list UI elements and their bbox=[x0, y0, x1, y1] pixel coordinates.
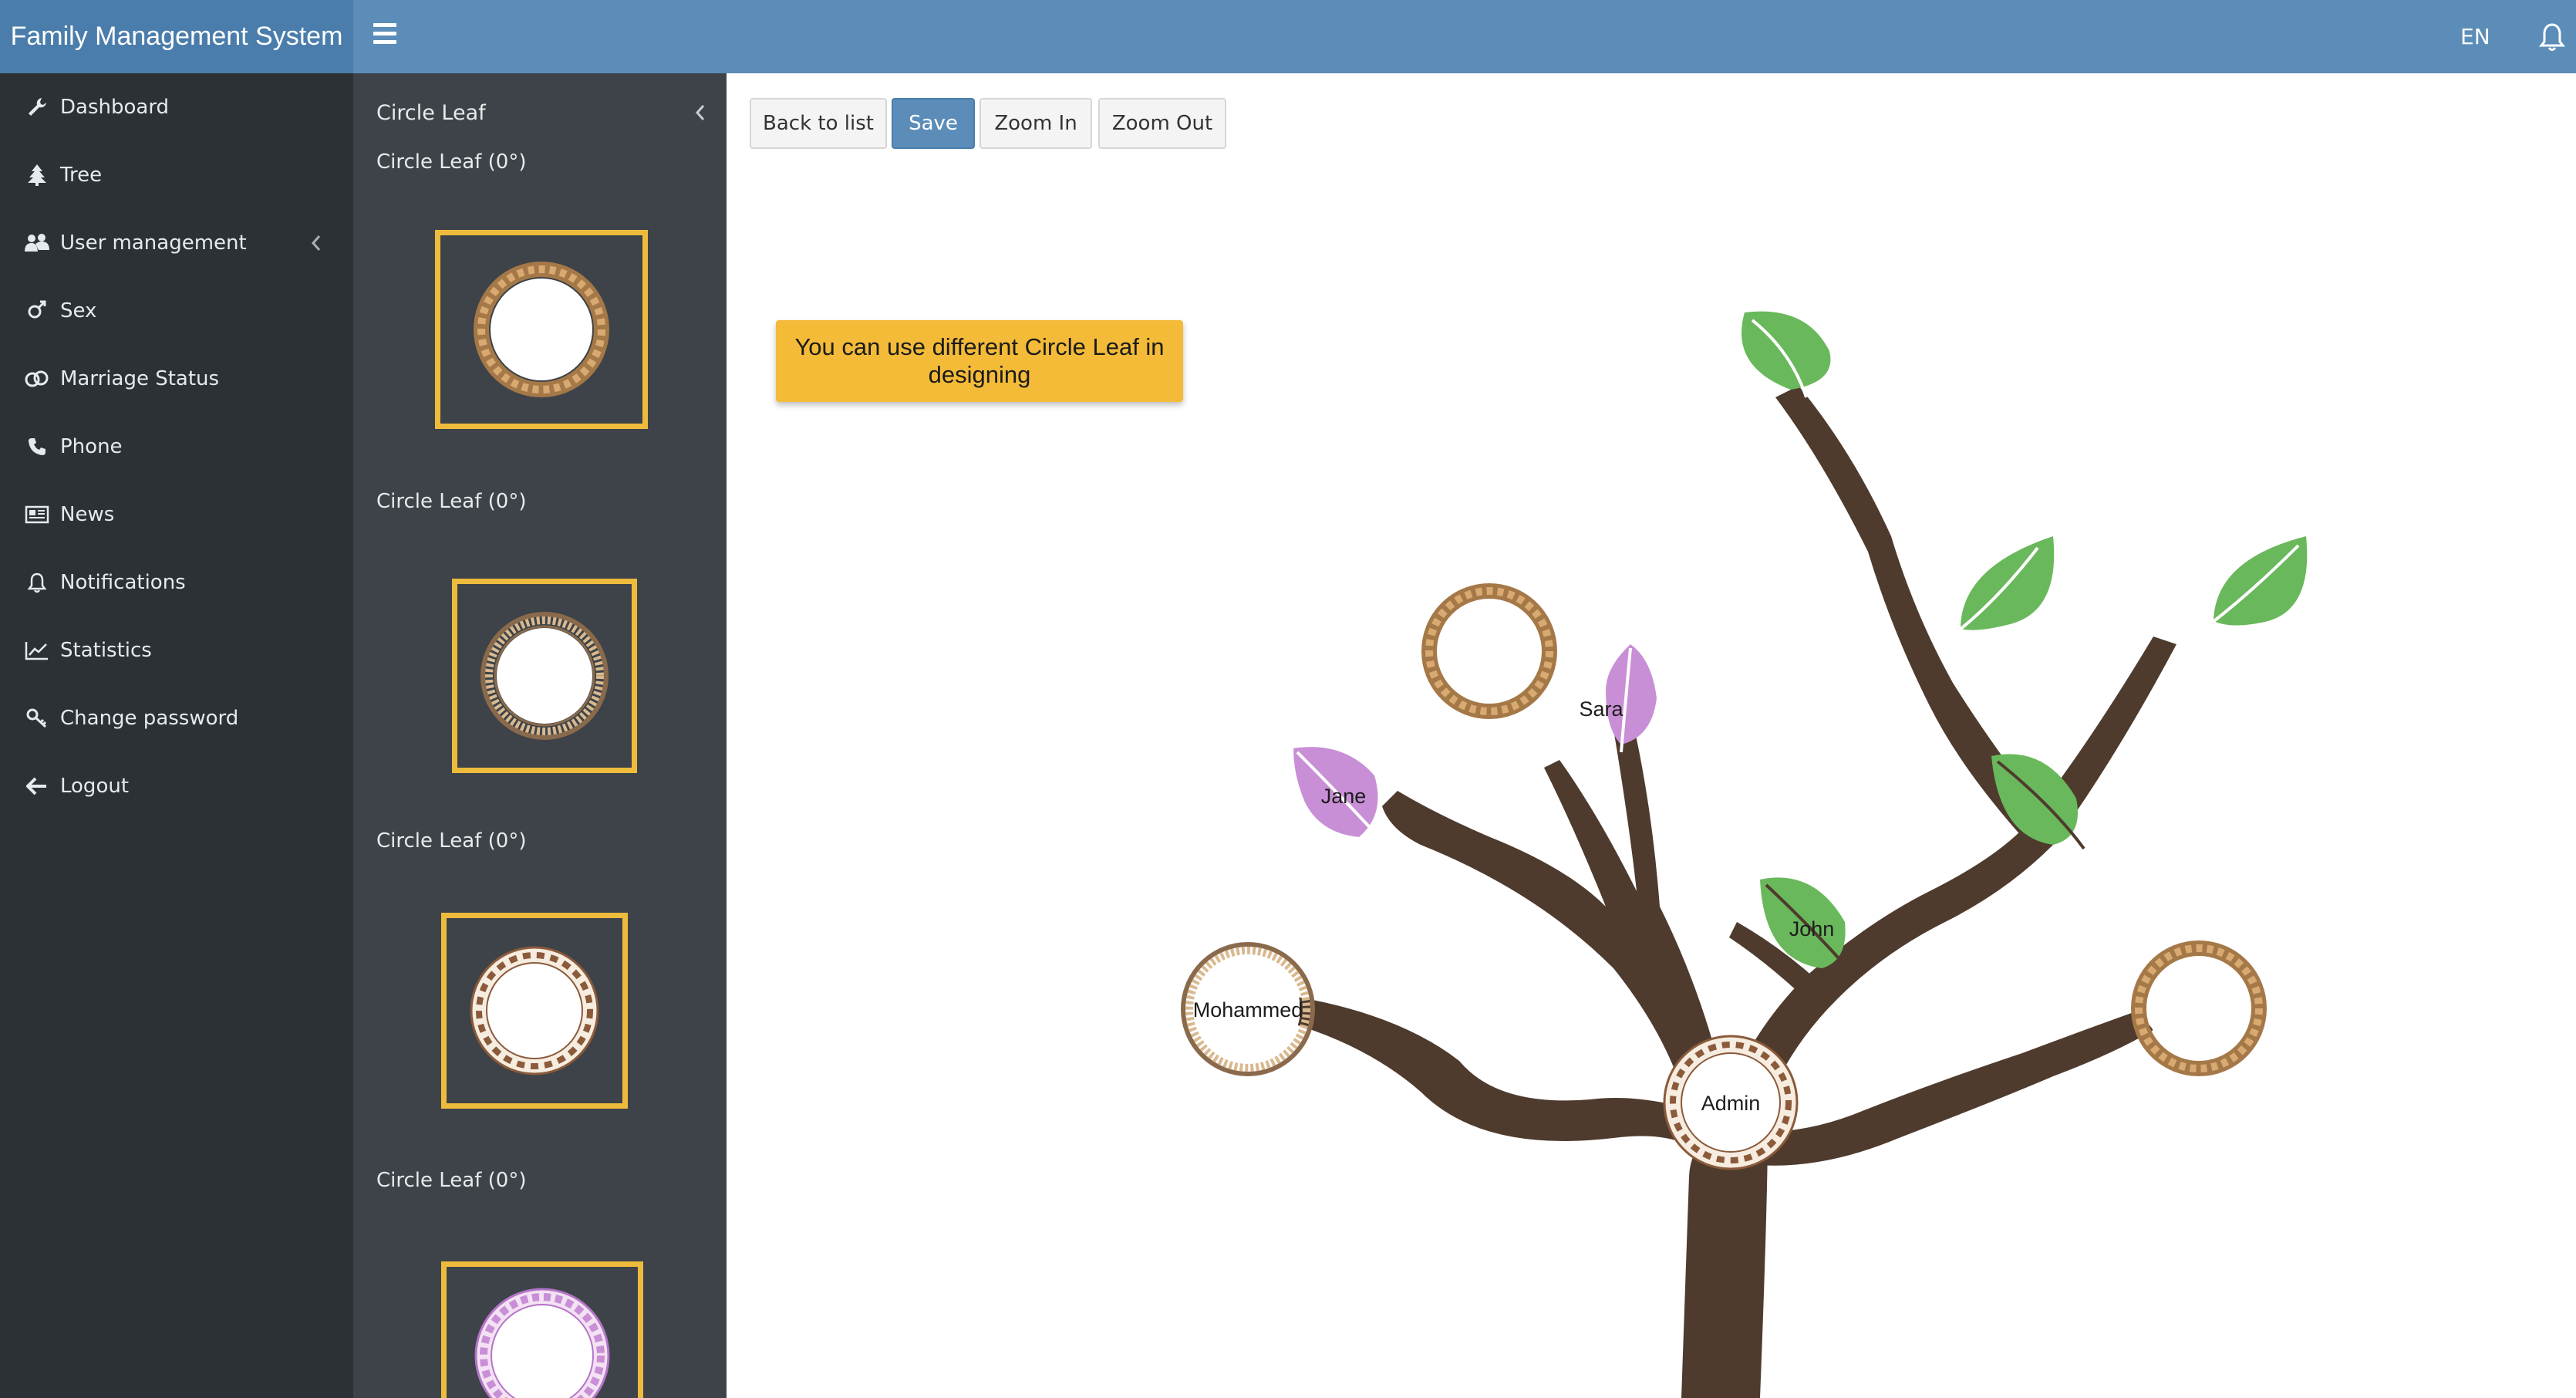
beaded-circle-leaf-icon bbox=[480, 612, 609, 740]
language-selector[interactable]: EN bbox=[2460, 0, 2490, 73]
sidebar-item-sex[interactable]: Sex bbox=[0, 280, 353, 342]
panel-title: Circle Leaf bbox=[376, 101, 486, 125]
bell-icon[interactable] bbox=[2539, 22, 2565, 52]
tree-node-jane[interactable]: Jane bbox=[1293, 747, 1387, 846]
sidebar-item-notifications[interactable]: Notifications bbox=[0, 552, 353, 613]
sidebar: Dashboard Tree User management Sex Marri… bbox=[0, 73, 353, 1398]
tree-node-label: John bbox=[1789, 917, 1835, 940]
tree-node-circle-rope-right[interactable] bbox=[2131, 940, 2267, 1076]
tree-designer: Back to list Save Zoom In Zoom Out You c… bbox=[727, 73, 2576, 1398]
brand-title[interactable]: Family Management System bbox=[0, 0, 353, 73]
leaf-option-ornate[interactable] bbox=[441, 913, 628, 1109]
ornate-circle-leaf-icon bbox=[470, 946, 599, 1076]
sidebar-item-statistics[interactable]: Statistics bbox=[0, 620, 353, 681]
green-leaf-right[interactable] bbox=[2210, 536, 2308, 626]
sidebar-item-phone[interactable]: Phone bbox=[0, 416, 353, 478]
chevron-left-icon[interactable] bbox=[309, 234, 324, 252]
phone-icon bbox=[23, 433, 51, 461]
sidebar-item-tree[interactable]: Tree bbox=[0, 144, 353, 206]
sidebar-item-dashboard[interactable]: Dashboard bbox=[0, 76, 353, 138]
leaf-option-label: Circle Leaf (0°) bbox=[376, 829, 527, 853]
leaf-option-label: Circle Leaf (0°) bbox=[376, 1169, 527, 1192]
tree-node-label: Admin bbox=[1701, 1092, 1761, 1115]
sidebar-item-label: Marriage Status bbox=[60, 367, 220, 390]
sidebar-item-label: Phone bbox=[60, 435, 123, 458]
gender-icon bbox=[23, 297, 51, 325]
sidebar-item-logout[interactable]: Logout bbox=[0, 755, 353, 817]
sidebar-item-label: News bbox=[60, 503, 115, 526]
key-icon bbox=[23, 704, 51, 732]
wrench-icon bbox=[23, 93, 51, 121]
sidebar-item-change-password[interactable]: Change password bbox=[0, 687, 353, 749]
tree-node-label: Jane bbox=[1321, 785, 1367, 808]
sidebar-item-label: Dashboard bbox=[60, 96, 170, 119]
rope-circle-leaf-icon bbox=[474, 262, 609, 397]
purple-circle-leaf-icon bbox=[474, 1288, 610, 1398]
leaf-option-label: Circle Leaf (0°) bbox=[376, 150, 527, 174]
sidebar-item-user-management[interactable]: User management bbox=[0, 212, 353, 274]
leaf-option-beaded[interactable] bbox=[452, 579, 637, 773]
leaf-option-label: Circle Leaf (0°) bbox=[376, 490, 527, 513]
users-icon bbox=[23, 229, 51, 257]
family-tree-canvas[interactable]: John Sara Jane Mohammed Admin bbox=[727, 73, 2576, 1398]
leaf-option-purple-ornate[interactable] bbox=[441, 1261, 643, 1398]
top-header: Family Management System EN bbox=[0, 0, 2576, 73]
sidebar-item-label: Sex bbox=[60, 299, 97, 322]
tree-node-label: Mohammed bbox=[1193, 998, 1303, 1021]
newspaper-icon bbox=[23, 501, 51, 528]
tree-node-admin[interactable]: Admin bbox=[1663, 1035, 1799, 1170]
green-leaf-upper-mid[interactable] bbox=[1957, 536, 2055, 632]
tree-trunk bbox=[1681, 1130, 1768, 1398]
hamburger-menu-icon[interactable] bbox=[373, 23, 396, 46]
sidebar-item-label: Logout bbox=[60, 775, 130, 798]
sidebar-item-news[interactable]: News bbox=[0, 484, 353, 545]
sidebar-item-marriage-status[interactable]: Marriage Status bbox=[0, 348, 353, 410]
sidebar-item-label: Tree bbox=[60, 164, 103, 187]
line-chart-icon bbox=[23, 637, 51, 664]
sidebar-item-label: Change password bbox=[60, 707, 239, 730]
bell-icon bbox=[23, 569, 51, 596]
sidebar-item-label: Notifications bbox=[60, 571, 186, 594]
tree-icon bbox=[23, 161, 51, 189]
green-leaf-top[interactable] bbox=[1741, 311, 1831, 398]
tree-node-label: Sara bbox=[1579, 697, 1623, 721]
tree-node-circle-rope-top[interactable] bbox=[1421, 583, 1557, 719]
circle-leaf-panel: Circle Leaf Circle Leaf (0°) Circle Leaf… bbox=[353, 73, 727, 1398]
chevron-left-icon[interactable] bbox=[693, 103, 708, 123]
arrow-left-icon bbox=[23, 772, 51, 800]
sidebar-item-label: Statistics bbox=[60, 639, 152, 662]
leaf-option-rope[interactable] bbox=[435, 230, 648, 429]
tree-node-mohammed[interactable]: Mohammed bbox=[1181, 942, 1315, 1076]
sidebar-item-label: User management bbox=[60, 231, 247, 255]
tree-node-sara[interactable]: Sara bbox=[1579, 644, 1657, 753]
rings-icon bbox=[23, 365, 51, 393]
